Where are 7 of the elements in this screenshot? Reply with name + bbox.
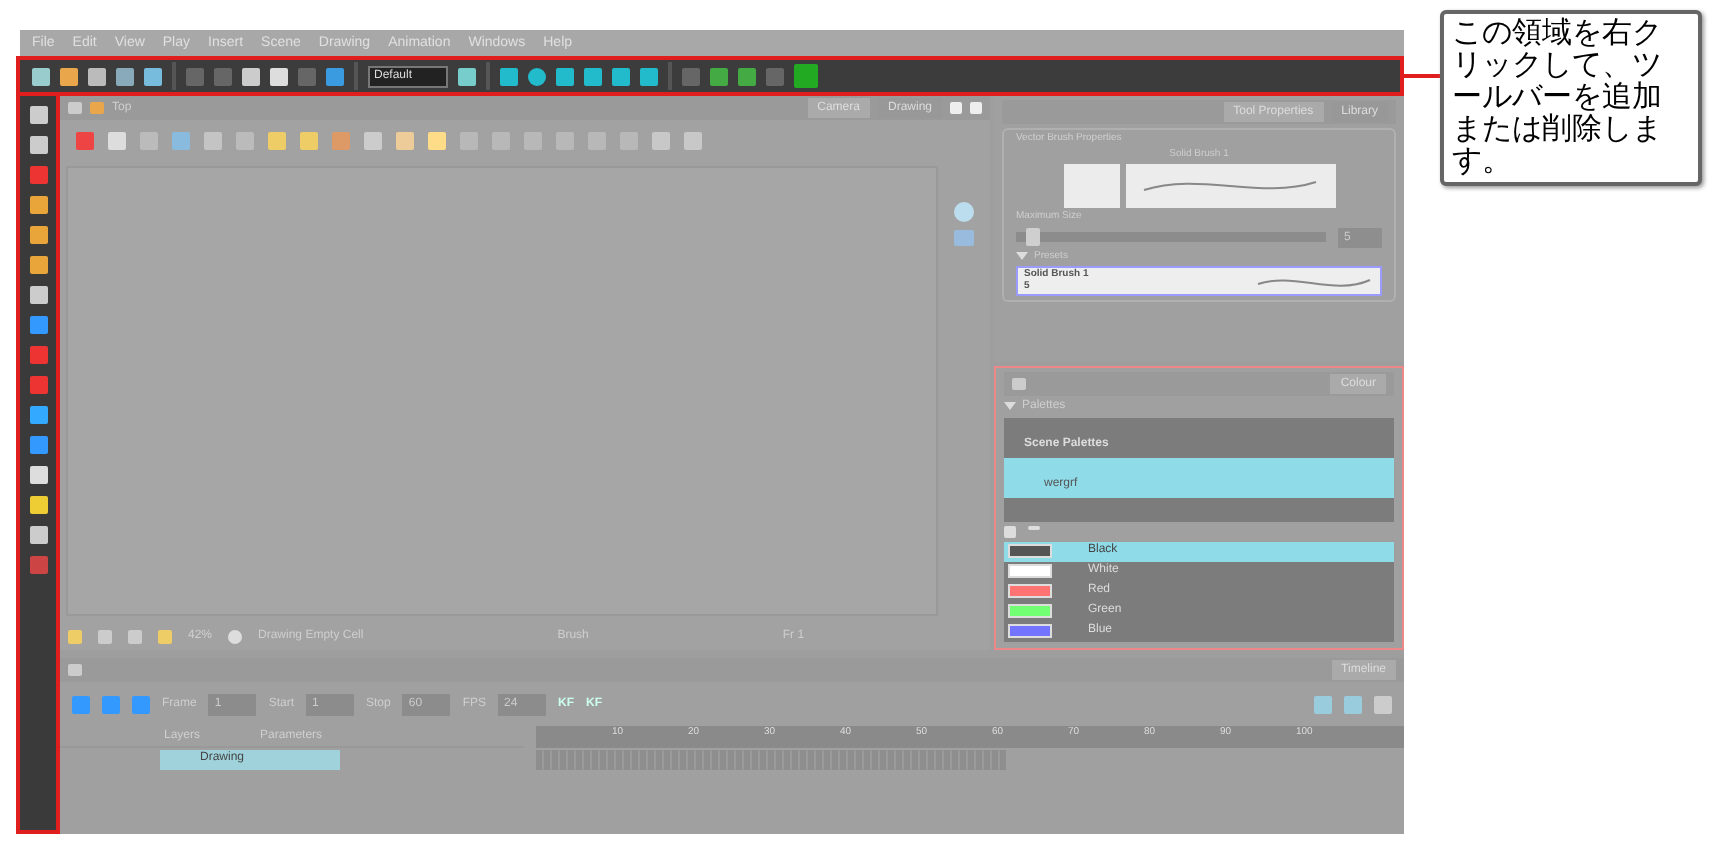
collapse-icon[interactable] — [1004, 402, 1016, 411]
callout-text: この領域を右クリックして、ツールバーを追加または削除します。 — [1452, 18, 1664, 178]
brush-tip-preview — [1063, 164, 1119, 208]
tools-toolbar[interactable] — [16, 96, 60, 834]
size-slider[interactable] — [1016, 232, 1326, 242]
remove-icon[interactable] — [1028, 525, 1040, 530]
leader-line — [1404, 74, 1440, 78]
